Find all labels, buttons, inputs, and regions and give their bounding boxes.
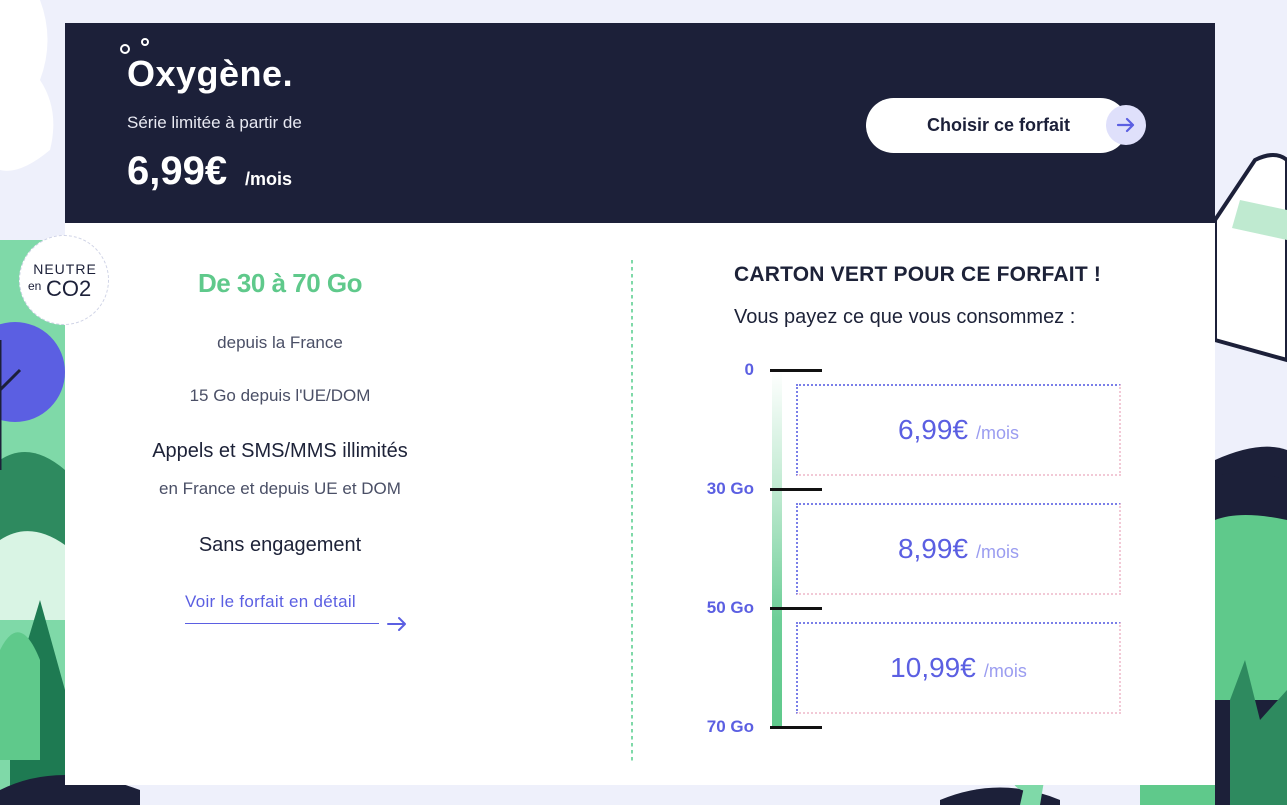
price-tier: 10,99€ /mois	[796, 622, 1121, 714]
badge-top-text: NEUTRE	[33, 261, 97, 277]
data-scope: depuis la France	[217, 333, 343, 352]
scale-tick	[770, 607, 822, 610]
tier-price: 8,99€	[897, 533, 969, 564]
offer-hero: Oxygène. Série limitée à partir de 6,99€…	[65, 23, 1215, 223]
scale-label: 30 Go	[706, 479, 754, 498]
eu-data: 15 Go depuis l'UE/DOM	[189, 386, 371, 405]
price-tier: 8,99€ /mois	[796, 503, 1121, 595]
price-tier: 6,99€ /mois	[796, 384, 1121, 476]
price-unit: /mois	[245, 169, 293, 189]
pricing-subtitle: Vous payez ce que vous consommez :	[734, 306, 1076, 328]
calls-scope: en France et depuis UE et DOM	[159, 479, 401, 498]
column-divider	[631, 260, 633, 763]
offer-subtitle: Série limitée à partir de	[127, 113, 302, 132]
scale-tick	[770, 369, 822, 372]
tier-price: 10,99€	[890, 652, 976, 683]
scale-label: 70 Go	[706, 717, 754, 736]
badge-co2-text: CO2	[46, 276, 92, 301]
badge-en-text: en	[28, 279, 42, 293]
commitment: Sans engagement	[198, 534, 362, 556]
scale-label: 0	[744, 360, 754, 379]
plan-detail-link[interactable]: Voir le forfait en détail	[185, 592, 356, 612]
co2-neutral-badge: NEUTRE en CO2	[19, 235, 109, 325]
arrow-right-icon[interactable]	[1106, 105, 1146, 145]
pricing-title: CARTON VERT POUR CE FORFAIT !	[734, 263, 1102, 286]
tier-unit: /mois	[983, 660, 1027, 681]
scale-label: 50 Go	[706, 598, 754, 617]
choose-plan-label: Choisir ce forfait	[927, 115, 1071, 135]
scale-tick	[770, 726, 822, 729]
data-range: De 30 à 70 Go	[197, 268, 363, 298]
calls-feature: Appels et SMS/MMS illimités	[152, 440, 408, 462]
link-underline	[185, 623, 379, 624]
arrow-right-icon[interactable]	[386, 615, 408, 633]
usage-scale-bar	[772, 370, 782, 727]
offer-brand: Oxygène.	[127, 53, 294, 94]
scale-tick	[770, 488, 822, 491]
starting-price: 6,99€	[127, 149, 228, 193]
tier-price: 6,99€	[897, 414, 969, 445]
choose-plan-button[interactable]: Choisir ce forfait	[866, 98, 1128, 153]
tier-unit: /mois	[976, 541, 1020, 562]
tier-unit: /mois	[976, 422, 1020, 443]
